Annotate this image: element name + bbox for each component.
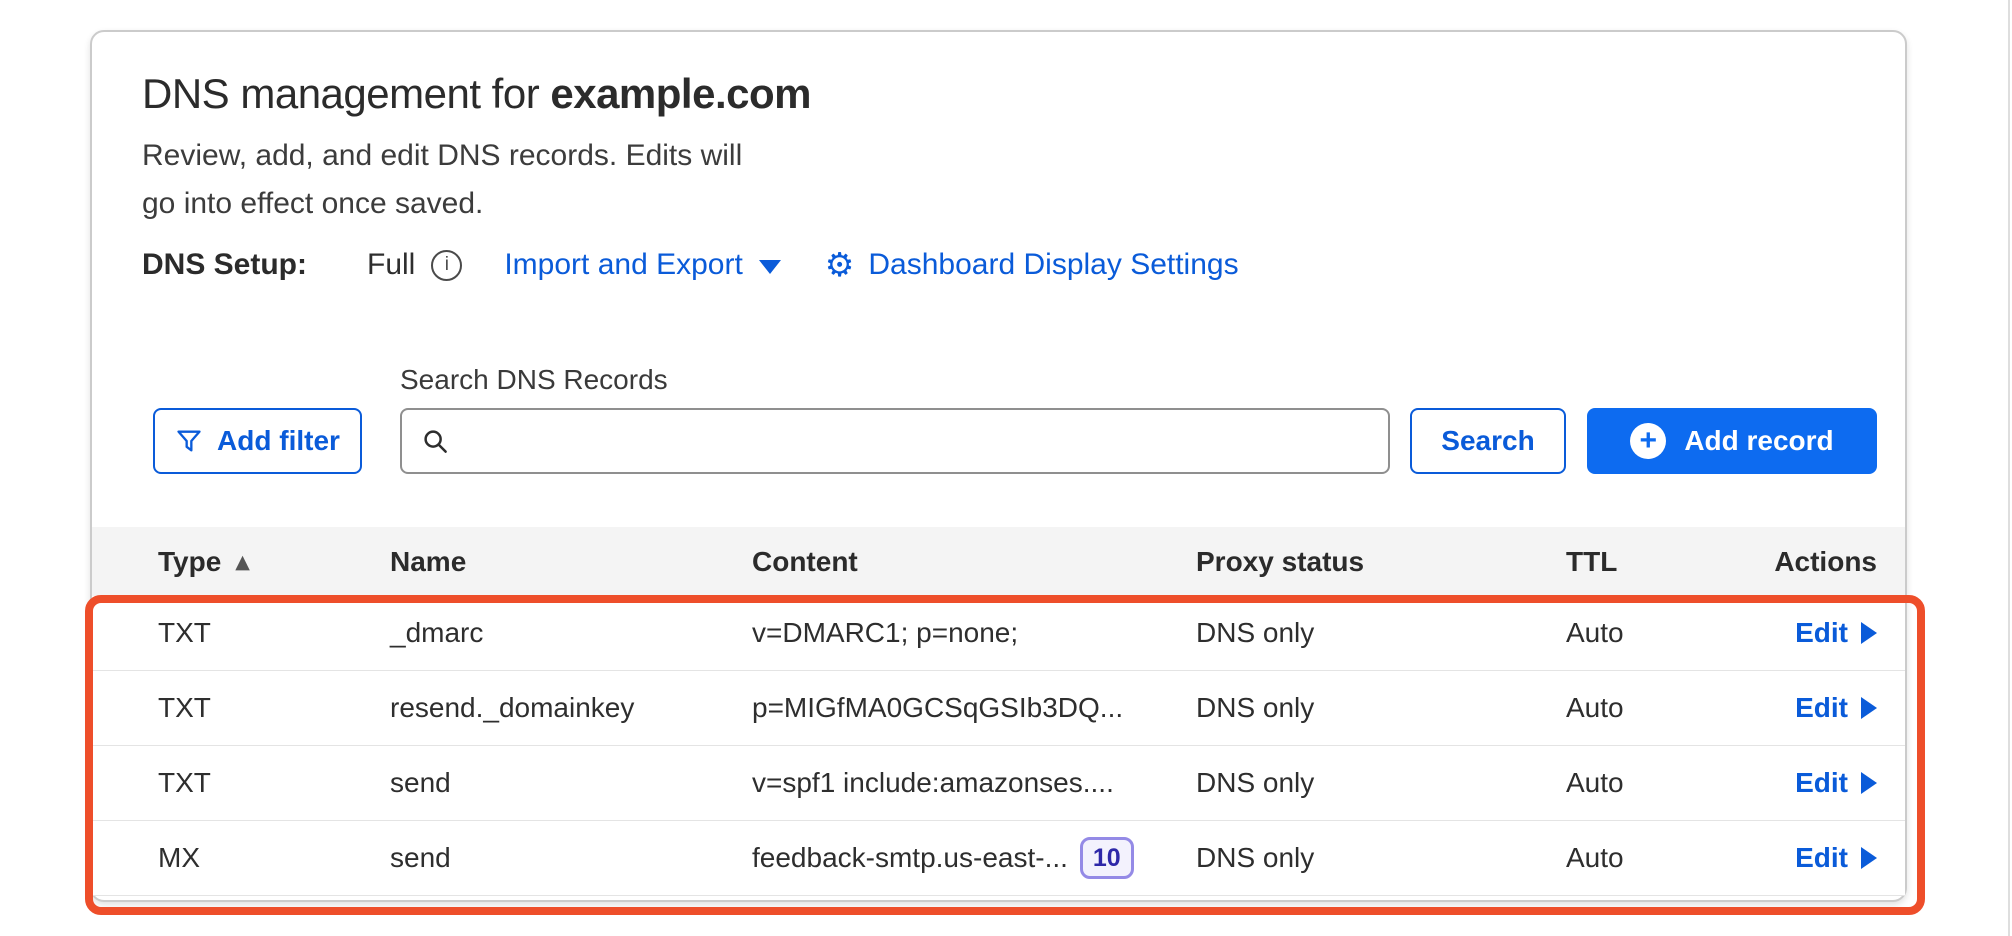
import-export-label: Import and Export: [504, 248, 742, 282]
search-button-label: Search: [1441, 425, 1534, 457]
cell-proxy-status: DNS only: [1196, 617, 1566, 649]
table-row: TXT send v=spf1 include:amazonses.... DN…: [92, 746, 1905, 821]
chevron-down-icon: [759, 260, 781, 274]
column-header-proxy-status: Proxy status: [1196, 546, 1566, 578]
import-export-link[interactable]: Import and Export: [504, 248, 780, 282]
dashboard-display-settings-link[interactable]: ⚙ Dashboard Display Settings: [825, 248, 1239, 282]
cell-ttl: Auto: [1566, 617, 1736, 649]
page-edge-divider: [2008, 0, 2010, 936]
chevron-right-icon: [1861, 772, 1877, 794]
edit-record-button[interactable]: Edit: [1795, 692, 1877, 724]
column-header-type[interactable]: Type ▲: [92, 546, 390, 578]
dashboard-display-settings-label: Dashboard Display Settings: [868, 248, 1238, 282]
dns-setup-value: Full: [367, 248, 415, 282]
cell-content: v=spf1 include:amazonses....: [752, 767, 1196, 799]
table-row: TXT _dmarc v=DMARC1; p=none; DNS only Au…: [92, 596, 1905, 671]
dns-records-table: Type ▲ Name Content Proxy status TTL Act…: [92, 527, 1905, 896]
dns-setup-row: DNS Setup: Full i Import and Export ⚙ Da…: [142, 248, 1239, 282]
cell-type: TXT: [92, 767, 390, 799]
page-title: DNS management for example.com: [142, 68, 811, 120]
cell-ttl: Auto: [1566, 692, 1736, 724]
subtitle-line-2: go into effect once saved.: [142, 180, 742, 228]
search-dns-records-label: Search DNS Records: [400, 364, 668, 396]
column-header-content: Content: [752, 546, 1196, 578]
info-icon[interactable]: i: [431, 250, 462, 281]
cell-content: feedback-smtp.us-east-... 10: [752, 837, 1196, 879]
edit-record-button[interactable]: Edit: [1795, 617, 1877, 649]
page-title-domain: example.com: [550, 70, 811, 117]
page-title-prefix: DNS management for: [142, 70, 550, 117]
sort-ascending-icon: ▲: [235, 551, 250, 573]
chevron-right-icon: [1861, 697, 1877, 719]
cell-proxy-status: DNS only: [1196, 692, 1566, 724]
cell-name: send: [390, 842, 752, 874]
cell-type: MX: [92, 842, 390, 874]
table-header-row: Type ▲ Name Content Proxy status TTL Act…: [92, 527, 1905, 596]
column-header-actions: Actions: [1736, 546, 1905, 578]
dns-setup-label: DNS Setup:: [142, 248, 307, 282]
dns-management-page: DNS management for example.com Review, a…: [0, 0, 2012, 936]
cell-ttl: Auto: [1566, 842, 1736, 874]
cell-content: v=DMARC1; p=none;: [752, 617, 1196, 649]
add-record-button[interactable]: + Add record: [1587, 408, 1877, 474]
subtitle-line-1: Review, add, and edit DNS records. Edits…: [142, 132, 742, 180]
cell-name: resend._domainkey: [390, 692, 752, 724]
table-row: MX send feedback-smtp.us-east-... 10 DNS…: [92, 821, 1905, 896]
chevron-right-icon: [1861, 622, 1877, 644]
cell-content: p=MIGfMA0GCSqGSIb3DQ...: [752, 692, 1196, 724]
edit-record-button[interactable]: Edit: [1795, 842, 1877, 874]
search-button[interactable]: Search: [1410, 408, 1566, 474]
table-row: TXT resend._domainkey p=MIGfMA0GCSqGSIb3…: [92, 671, 1905, 746]
plus-icon: +: [1630, 423, 1666, 459]
column-header-name: Name: [390, 546, 752, 578]
cell-name: _dmarc: [390, 617, 752, 649]
search-input-container: [400, 408, 1390, 474]
mx-priority-badge: 10: [1080, 837, 1134, 879]
cell-proxy-status: DNS only: [1196, 767, 1566, 799]
add-record-label: Add record: [1684, 425, 1833, 457]
cell-type: TXT: [92, 617, 390, 649]
funnel-icon: [175, 427, 203, 455]
cell-ttl: Auto: [1566, 767, 1736, 799]
gear-icon: ⚙: [825, 248, 855, 281]
cell-proxy-status: DNS only: [1196, 842, 1566, 874]
dns-management-card: DNS management for example.com Review, a…: [90, 30, 1907, 902]
page-subtitle: Review, add, and edit DNS records. Edits…: [142, 132, 742, 228]
search-input[interactable]: [464, 413, 1370, 469]
cell-type: TXT: [92, 692, 390, 724]
chevron-right-icon: [1861, 847, 1877, 869]
cell-name: send: [390, 767, 752, 799]
edit-record-button[interactable]: Edit: [1795, 767, 1877, 799]
column-header-ttl: TTL: [1566, 546, 1736, 578]
search-icon: [420, 426, 450, 456]
add-filter-button[interactable]: Add filter: [153, 408, 362, 474]
add-filter-label: Add filter: [217, 425, 340, 457]
